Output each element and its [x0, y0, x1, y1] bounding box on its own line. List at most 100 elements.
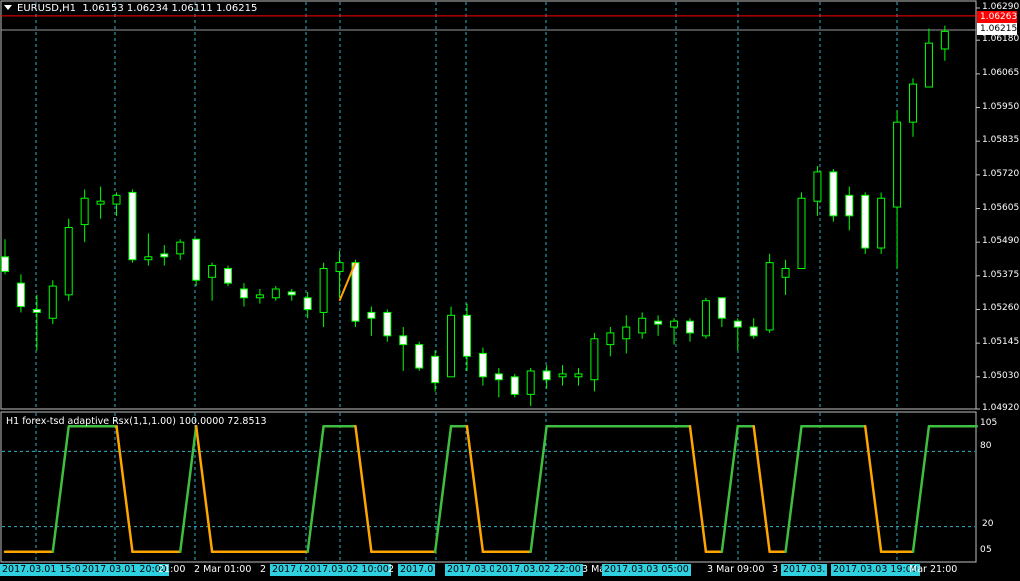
- price-label: 1.06180: [982, 34, 1020, 45]
- time-label: 2017.03.01 15:00: [0, 564, 89, 576]
- ohlc-readout: 1.06153 1.06234 1.06111 1.06215: [82, 3, 258, 14]
- candle-body: [558, 373, 567, 378]
- candle-body: [16, 282, 25, 308]
- candle-body: [940, 30, 949, 50]
- candle-body: [622, 326, 631, 340]
- indicator-line-segment: [529, 425, 548, 553]
- time-label: 3: [772, 564, 779, 575]
- indicator-level-label: 20: [982, 519, 994, 529]
- candle-body: [462, 314, 471, 357]
- candle-body: [733, 320, 742, 328]
- candle-body: [574, 373, 583, 378]
- indicator-line-segment: [465, 425, 485, 553]
- candle-body: [654, 320, 663, 325]
- candle-body: [510, 376, 519, 395]
- candle-body: [685, 320, 694, 334]
- candle-body: [351, 262, 360, 322]
- candle-body: [415, 344, 424, 369]
- candle-body: [717, 297, 726, 319]
- candle-body: [606, 332, 615, 346]
- indicator-line-segment: [306, 425, 325, 553]
- candle-body: [877, 197, 886, 249]
- candle-body: [48, 285, 57, 319]
- indicator-level-label: 5: [986, 545, 992, 555]
- time-label: 21:00: [158, 564, 186, 575]
- time-label: 2 Mar 01:00: [194, 564, 252, 575]
- indicator-level-label: 105: [980, 418, 998, 428]
- price-label: 1.05720: [982, 168, 1020, 179]
- price-label: 1.05375: [982, 269, 1020, 280]
- candle-body: [494, 373, 503, 381]
- indicator-line-segment: [688, 425, 708, 553]
- indicator-line-segment: [720, 425, 740, 553]
- candle-body: [319, 268, 328, 313]
- indicator-line-segment: [863, 425, 883, 553]
- time-label: Mar 21:00: [909, 564, 958, 575]
- time-label: 2017.03.02 10:00: [302, 564, 391, 576]
- candle-body: [670, 320, 679, 328]
- candle-body: [399, 335, 408, 346]
- candle-body: [255, 294, 264, 299]
- ask-price-badge: 1.06263: [977, 11, 1017, 23]
- candle-body: [526, 370, 535, 395]
- candle-body: [271, 288, 280, 299]
- candle-body: [367, 311, 376, 319]
- price-label: 1.05260: [982, 303, 1020, 314]
- time-label: 2017.03.03 05:00: [602, 564, 691, 576]
- candle-body: [160, 253, 169, 258]
- candle-body: [813, 171, 822, 202]
- candle-body: [701, 300, 710, 337]
- candle-body: [909, 83, 918, 123]
- candle-body: [224, 268, 233, 284]
- candle-body: [861, 194, 870, 249]
- time-label: 2017.03.02 22:00: [494, 564, 583, 576]
- price-label: 1.05605: [982, 202, 1020, 213]
- price-label: 1.05145: [982, 337, 1020, 348]
- candle-body: [590, 338, 599, 381]
- candle-body: [765, 262, 774, 331]
- indicator-line-segment: [752, 425, 771, 553]
- candle-body: [208, 265, 217, 278]
- candle-body: [749, 326, 758, 337]
- indicator-panel-frame: [0, 411, 977, 563]
- candle-body: [80, 197, 89, 226]
- symbol-label: EURUSD,H1: [17, 3, 77, 14]
- candle-body: [845, 194, 854, 217]
- dropdown-triangle-icon[interactable]: [4, 5, 12, 10]
- indicator-level-label: 0: [980, 545, 986, 555]
- candle-body: [303, 297, 312, 310]
- candle-body: [797, 197, 806, 270]
- candle-body: [431, 355, 440, 384]
- time-label: 3 Mar 09:00: [707, 564, 765, 575]
- indicator-level-label: 80: [980, 441, 992, 451]
- price-label: 1.05950: [982, 101, 1020, 112]
- time-label: 2: [388, 564, 395, 575]
- price-label: 1.05490: [982, 236, 1020, 247]
- candle-body: [287, 291, 296, 296]
- candle-body: [335, 262, 344, 272]
- time-label: 2017.03.: [781, 564, 828, 576]
- candle-body: [176, 241, 185, 255]
- indicator-line-segment: [911, 425, 931, 553]
- indicator-line-segment: [433, 425, 453, 553]
- candle-body: [64, 227, 73, 296]
- chart-canvas[interactable]: [0, 0, 1020, 581]
- candle-body: [447, 314, 456, 378]
- chart-window[interactable]: EURUSD,H1 1.06153 1.06234 1.06111 1.0621…: [0, 0, 1020, 581]
- price-label: 1.06065: [982, 67, 1020, 78]
- candle-body: [192, 238, 201, 281]
- price-label: 1.05835: [982, 135, 1020, 146]
- candle-body: [144, 256, 153, 261]
- candle-body: [893, 121, 902, 208]
- bid-price-badge: 1.06215: [977, 23, 1017, 35]
- candle-body: [239, 288, 248, 299]
- candle-body: [112, 194, 121, 205]
- candle-body: [542, 370, 551, 381]
- price-label: 1.05030: [982, 370, 1020, 381]
- time-label: 2017.0: [398, 564, 436, 576]
- main-chart-title: EURUSD,H1 1.06153 1.06234 1.06111 1.0621…: [4, 3, 257, 14]
- price-label: 1.04920: [982, 403, 1020, 413]
- indicator-line-segment: [51, 425, 70, 553]
- candle-body: [128, 191, 137, 261]
- indicator-line-segment: [354, 425, 373, 553]
